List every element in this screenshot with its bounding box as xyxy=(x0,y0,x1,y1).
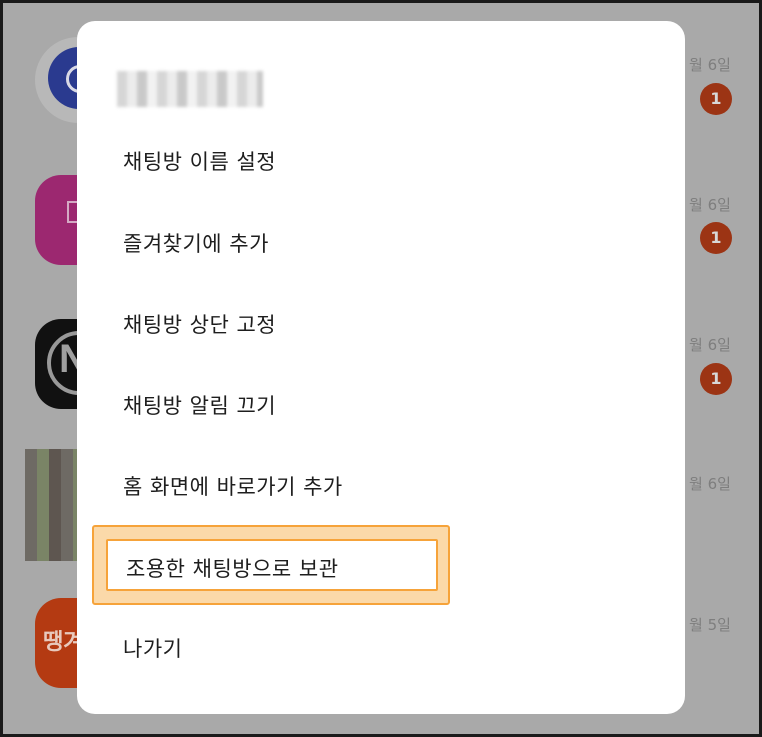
menu-item-label: 조용한 채팅방으로 보관 xyxy=(126,557,339,581)
unread-badge: 1 xyxy=(700,363,732,395)
dialog-title-blurred xyxy=(117,71,263,107)
unread-badge: 1 xyxy=(700,83,732,115)
menu-item-leave-chat[interactable]: 나가기 xyxy=(123,633,182,663)
chat-context-menu-dialog: 채팅방 이름 설정 즐겨찾기에 추가 채팅방 상단 고정 채팅방 알림 끄기 홈… xyxy=(77,21,685,714)
chat-date: 월 5일 xyxy=(689,616,731,634)
menu-item-add-favorite[interactable]: 즐겨찾기에 추가 xyxy=(123,228,269,258)
chat-avatar-blurred[interactable] xyxy=(25,449,77,561)
highlight-annotation: 조용한 채팅방으로 보관 xyxy=(92,525,450,605)
menu-item-pin-top[interactable]: 채팅방 상단 고정 xyxy=(123,309,276,339)
menu-item-rename-chat[interactable]: 채팅방 이름 설정 xyxy=(123,146,276,176)
menu-item-home-shortcut[interactable]: 홈 화면에 바로가기 추가 xyxy=(123,471,343,501)
screen-frame: N 땡겨 월 6일 1 월 6일 1 월 6일 1 월 6일 월 5일 채팅방 … xyxy=(3,3,759,734)
unread-badge: 1 xyxy=(700,222,732,254)
chat-date: 월 6일 xyxy=(689,56,731,74)
menu-item-mute-notifications[interactable]: 채팅방 알림 끄기 xyxy=(123,390,276,420)
menu-item-quiet-archive[interactable]: 조용한 채팅방으로 보관 xyxy=(106,539,438,591)
chat-date: 월 6일 xyxy=(689,475,731,493)
chat-date: 월 6일 xyxy=(689,196,731,214)
chat-date: 월 6일 xyxy=(689,336,731,354)
